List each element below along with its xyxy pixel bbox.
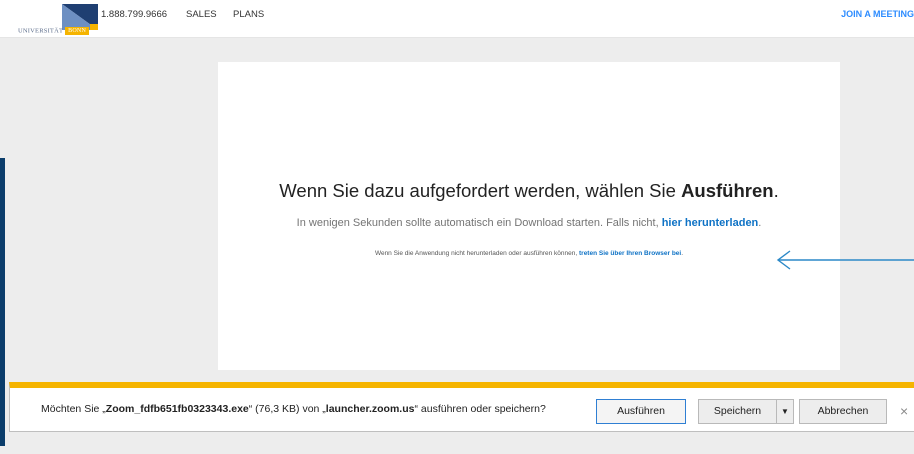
browser-join-prefix: Wenn Sie die Anwendung nicht herunterlad… (374, 250, 579, 257)
university-text: UNIVERSITÄT (18, 27, 64, 35)
run-button[interactable]: Ausführen (596, 399, 686, 424)
headline-bold: Ausführen (681, 180, 774, 201)
page-headline: Wenn Sie dazu aufgefordert werden, wähle… (218, 180, 840, 202)
launch-instructions-card: Wenn Sie dazu aufgefordert werden, wähle… (218, 62, 840, 370)
join-from-browser-link[interactable]: treten Sie über Ihren Browser bei (579, 250, 681, 257)
download-prompt-message: Möchten Sie „Zoom_fdfb651fb0323343.exe“ … (41, 403, 546, 415)
download-filename: Zoom_fdfb651fb0323343.exe (105, 403, 249, 415)
download-prompt-suffix: “ ausführen oder speichern? (414, 403, 546, 415)
close-icon[interactable]: × (900, 404, 908, 418)
university-badge: BONN (65, 27, 89, 35)
nav-sales-link[interactable]: SALES (186, 9, 217, 20)
browser-join-text: Wenn Sie die Anwendung nicht herunterlad… (218, 250, 840, 257)
nav-join-meeting-link[interactable]: JOIN A MEETING (841, 9, 914, 19)
left-edge-stripe (0, 158, 5, 446)
nav-phone-link[interactable]: 1.888.799.9666 (101, 9, 167, 20)
download-info-suffix: . (758, 217, 762, 229)
chevron-down-icon: ▼ (781, 407, 789, 416)
download-info-text: In wenigen Sekunden sollte automatisch e… (218, 217, 840, 229)
browser-join-suffix: . (681, 250, 684, 257)
download-notification-bar: Möchten Sie „Zoom_fdfb651fb0323343.exe“ … (9, 382, 914, 432)
nav-plans-link[interactable]: PLANS (233, 9, 264, 20)
arrow-left-icon (776, 250, 914, 270)
university-name: UNIVERSITÄT BONN (18, 27, 89, 35)
university-logo[interactable]: UNIVERSITÄT BONN (10, 4, 98, 36)
top-navigation-bar: UNIVERSITÄT BONN 1.888.799.9666 SALES PLA… (0, 0, 914, 38)
download-prompt-middle: “ (76,3 KB) von „ (248, 403, 326, 415)
save-options-dropdown[interactable]: ▼ (776, 399, 794, 424)
headline-suffix: . (773, 180, 779, 201)
download-prompt-prefix: Möchten Sie „ (41, 403, 106, 415)
download-here-link[interactable]: hier herunterladen (662, 217, 759, 229)
save-button[interactable]: Speichern (698, 399, 777, 424)
download-source: launcher.zoom.us (325, 403, 415, 415)
headline-text: Wenn Sie dazu aufgefordert werden, wähle… (279, 180, 682, 201)
download-info-prefix: In wenigen Sekunden sollte automatisch e… (296, 217, 662, 229)
cancel-button[interactable]: Abbrechen (799, 399, 887, 424)
